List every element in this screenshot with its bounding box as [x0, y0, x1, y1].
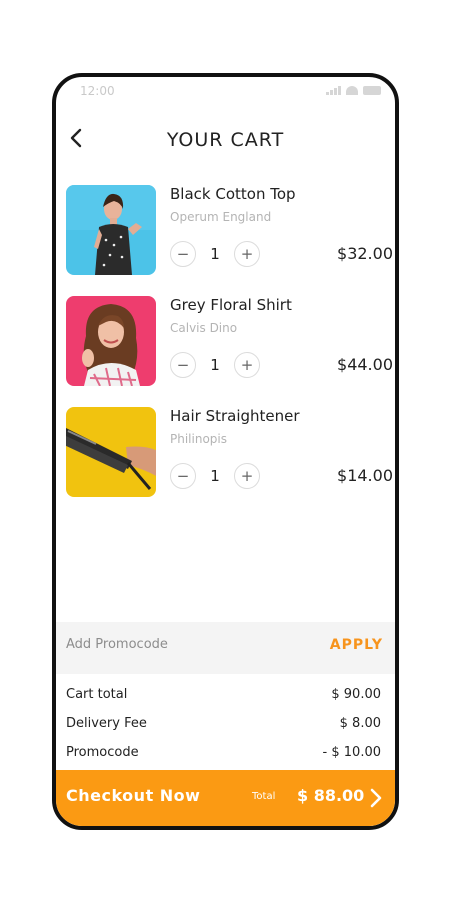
- signal-icon: [326, 86, 341, 95]
- decrease-quantity-button[interactable]: −: [170, 241, 196, 267]
- battery-icon: [363, 86, 381, 95]
- status-icons: [326, 86, 381, 95]
- cart-total-value: $ 90.00: [331, 687, 381, 702]
- checkout-label: Checkout Now: [66, 786, 201, 805]
- cart-total-label: Cart total: [66, 687, 128, 702]
- product-image-hair-straightener[interactable]: [66, 407, 156, 497]
- item-price: $32.00: [337, 244, 393, 263]
- wifi-icon: [346, 86, 358, 95]
- checkout-total-value: $ 88.00: [297, 786, 365, 805]
- product-image-grey-floral-shirt[interactable]: [66, 296, 156, 386]
- quantity-stepper: − 1 +: [170, 241, 260, 267]
- item-brand: Calvis Dino: [170, 321, 238, 335]
- checkout-total-label: Total: [252, 791, 276, 802]
- summary-row-cart-total: Cart total $ 90.00: [66, 687, 381, 716]
- cart-item: Hair Straightener Philinopis − 1 + $14.0…: [66, 407, 393, 497]
- cart-item: Black Cotton Top Operum England − 1 + $3…: [66, 185, 393, 275]
- item-brand: Philinopis: [170, 432, 227, 446]
- phone-frame: 12:00 YOUR CART Black Cotton Top Operum …: [52, 73, 399, 830]
- promocode-value: - $ 10.00: [322, 745, 381, 760]
- decrease-quantity-button[interactable]: −: [170, 463, 196, 489]
- checkout-button[interactable]: Checkout Now Total $ 88.00: [56, 770, 395, 826]
- apply-promocode-button[interactable]: APPLY: [330, 637, 383, 653]
- page-title: YOUR CART: [166, 129, 285, 151]
- increase-quantity-button[interactable]: +: [234, 352, 260, 378]
- quantity-value: 1: [210, 356, 220, 374]
- quantity-stepper: − 1 +: [170, 352, 260, 378]
- item-brand: Operum England: [170, 210, 272, 224]
- quantity-value: 1: [210, 245, 220, 263]
- delivery-fee-label: Delivery Fee: [66, 716, 147, 731]
- product-image-black-cotton-top[interactable]: [66, 185, 156, 275]
- quantity-stepper: − 1 +: [170, 463, 260, 489]
- delivery-fee-value: $ 8.00: [339, 716, 381, 731]
- item-name[interactable]: Black Cotton Top: [170, 185, 296, 203]
- promocode-input[interactable]: [66, 637, 286, 652]
- header: YOUR CART: [56, 117, 395, 161]
- increase-quantity-button[interactable]: +: [234, 241, 260, 267]
- increase-quantity-button[interactable]: +: [234, 463, 260, 489]
- item-price: $14.00: [337, 466, 393, 485]
- item-price: $44.00: [337, 355, 393, 374]
- item-name[interactable]: Hair Straightener: [170, 407, 300, 425]
- status-bar: 12:00: [56, 77, 395, 105]
- order-summary: Cart total $ 90.00 Delivery Fee $ 8.00 P…: [66, 687, 381, 774]
- quantity-value: 1: [210, 467, 220, 485]
- status-time: 12:00: [80, 84, 115, 98]
- decrease-quantity-button[interactable]: −: [170, 352, 196, 378]
- promocode-label: Promocode: [66, 745, 139, 760]
- item-name[interactable]: Grey Floral Shirt: [170, 296, 292, 314]
- summary-row-delivery: Delivery Fee $ 8.00: [66, 716, 381, 745]
- promocode-bar: APPLY: [56, 622, 395, 674]
- chevron-right-icon: [370, 788, 382, 808]
- cart-item: Grey Floral Shirt Calvis Dino − 1 + $44.…: [66, 296, 393, 386]
